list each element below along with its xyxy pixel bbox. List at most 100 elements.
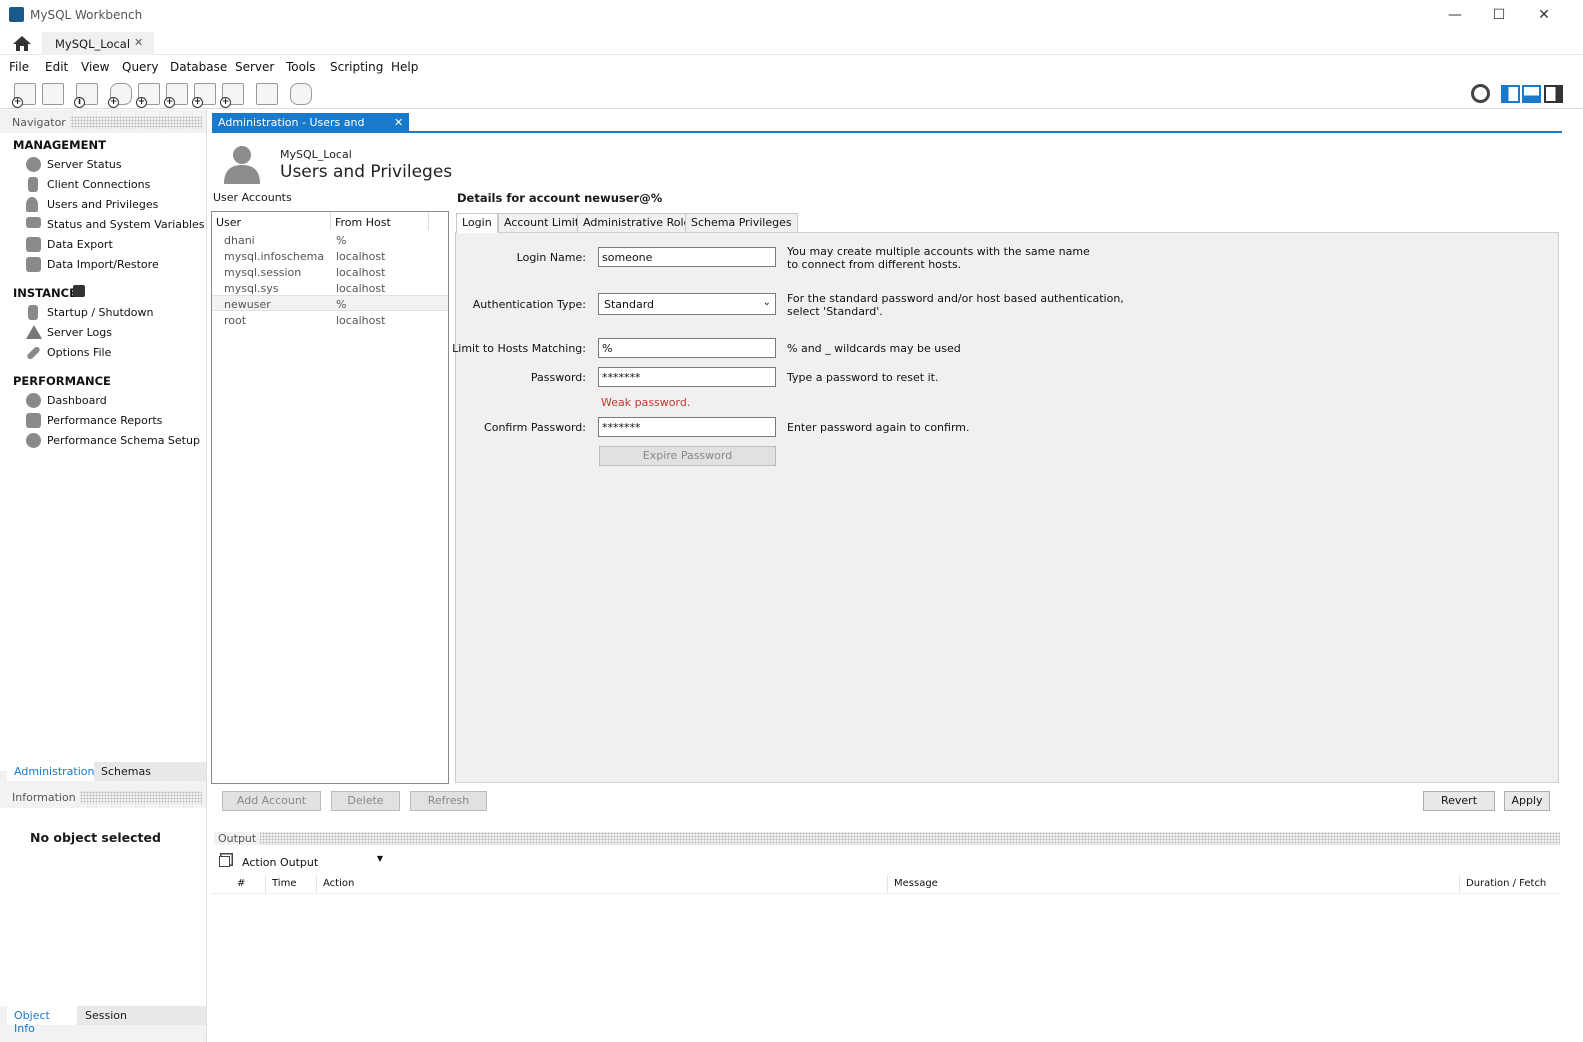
create-schema-icon[interactable]: +	[108, 83, 132, 108]
table-row[interactable]: root localhost	[224, 314, 444, 327]
nav-data-export[interactable]: Data Export	[47, 238, 113, 251]
data-export-icon	[26, 237, 41, 252]
open-sql-script-icon[interactable]	[42, 83, 64, 105]
close-window-icon[interactable]: ✕	[1533, 6, 1555, 24]
revert-button[interactable]: Revert	[1423, 791, 1495, 811]
output-title: Output	[214, 832, 261, 845]
startup-shutdown-icon	[28, 305, 38, 320]
password-help: Type a password to reset it.	[787, 371, 939, 384]
weak-password-warning: Weak password.	[601, 396, 691, 409]
menu-query[interactable]: Query	[122, 60, 158, 74]
reconnect-icon[interactable]	[290, 83, 312, 105]
user-avatar-icon	[221, 142, 263, 184]
menu-tools[interactable]: Tools	[286, 60, 316, 74]
nav-users-and-privileges[interactable]: Users and Privileges	[47, 198, 158, 211]
nav-status-system-variables[interactable]: Status and System Variables	[47, 218, 205, 231]
table-row[interactable]: dhani%	[224, 234, 444, 247]
hosts-label: Limit to Hosts Matching:	[452, 342, 586, 355]
user-accounts-title: User Accounts	[213, 191, 292, 204]
create-procedure-icon[interactable]: +	[192, 83, 216, 108]
menu-scripting[interactable]: Scripting	[330, 60, 383, 74]
menu-file[interactable]: File	[9, 60, 29, 74]
menu-edit[interactable]: Edit	[45, 60, 68, 74]
output-selector[interactable]: Action Output ▼	[238, 853, 386, 871]
close-tab-icon[interactable]: ✕	[134, 36, 143, 49]
tab-accent-line	[212, 131, 1562, 133]
toggle-sidebar-icon[interactable]	[1501, 85, 1520, 103]
tab-login[interactable]: Login	[456, 213, 498, 233]
performance-schema-setup-icon	[26, 433, 41, 448]
details-title: Details for account newuser@%	[457, 191, 663, 205]
connection-tab[interactable]: MySQL_Local ✕	[42, 32, 154, 55]
apply-button[interactable]: Apply	[1504, 791, 1550, 811]
instance-connection-icon[interactable]	[73, 285, 85, 297]
tab-schemas[interactable]: Schemas	[101, 765, 151, 778]
nav-server-status[interactable]: Server Status	[47, 158, 122, 171]
auth-type-value: Standard	[604, 298, 655, 311]
performance-heading: PERFORMANCE	[13, 374, 111, 388]
home-icon[interactable]	[12, 34, 32, 52]
server-status-icon	[26, 157, 41, 172]
table-row[interactable]: mysql.sys localhost	[224, 282, 444, 295]
nav-server-logs[interactable]: Server Logs	[47, 326, 112, 339]
minimize-icon[interactable]: —	[1444, 6, 1466, 24]
output-header-row	[211, 874, 1560, 894]
col-user[interactable]: User	[216, 216, 241, 229]
confirm-password-input[interactable]	[598, 417, 776, 437]
connection-tab-label: MySQL_Local	[55, 37, 131, 51]
maximize-icon[interactable]: ☐	[1488, 6, 1510, 24]
search-table-data-icon[interactable]	[256, 83, 278, 105]
inspector-icon[interactable]: i	[74, 83, 98, 108]
chevron-down-icon: ⌄	[762, 297, 771, 308]
menu-server[interactable]: Server	[235, 60, 274, 74]
no-object-selected: No object selected	[30, 830, 161, 845]
col-time: Time	[272, 878, 297, 889]
toggle-secondary-sidebar-icon[interactable]	[1544, 85, 1563, 103]
nav-options-file[interactable]: Options File	[47, 346, 111, 359]
tab-schema-privileges[interactable]: Schema Privileges	[685, 213, 798, 232]
create-function-icon[interactable]: +	[220, 83, 244, 108]
tab-administrative-roles[interactable]: Administrative Roles	[577, 213, 702, 232]
menu-view[interactable]: View	[81, 60, 109, 74]
status-variables-icon	[26, 217, 41, 228]
toggle-output-icon[interactable]	[1522, 85, 1541, 103]
new-sql-tab-icon[interactable]: +	[12, 83, 36, 108]
password-input[interactable]	[598, 367, 776, 387]
nav-dashboard[interactable]: Dashboard	[47, 394, 107, 407]
password-label: Password:	[530, 371, 586, 384]
navigator-pane: Navigator MANAGEMENT Server Status Clien…	[0, 110, 207, 1042]
navigator-header: Navigator	[8, 116, 202, 129]
auth-type-select[interactable]: Standard ⌄	[598, 293, 776, 315]
delete-button[interactable]: Delete	[331, 791, 400, 811]
hosts-input[interactable]	[598, 338, 776, 358]
settings-gear-icon[interactable]	[1471, 84, 1490, 103]
menu-bar: File Edit View Query Database Server Too…	[0, 55, 1583, 79]
main-toolbar: + i + + + + +	[0, 79, 1583, 109]
close-admin-tab-icon[interactable]: ✕	[394, 116, 403, 129]
create-table-icon[interactable]: +	[136, 83, 160, 108]
table-row[interactable]: mysql.session localhost	[224, 266, 444, 279]
nav-client-connections[interactable]: Client Connections	[47, 178, 150, 191]
tab-session[interactable]: Session	[85, 1009, 127, 1022]
menu-help[interactable]: Help	[391, 60, 418, 74]
nav-performance-schema-setup[interactable]: Performance Schema Setup	[47, 434, 200, 447]
table-row[interactable]: mysql.infoschema localhost	[224, 250, 444, 263]
admin-users-tab[interactable]: Administration - Users and Privil... ✕	[212, 113, 409, 142]
nav-performance-reports[interactable]: Performance Reports	[47, 414, 162, 427]
expire-password-button[interactable]: Expire Password	[599, 446, 776, 466]
information-title: Information	[8, 791, 80, 804]
tab-object-info[interactable]: Object Info	[7, 1006, 77, 1035]
login-name-input[interactable]	[598, 247, 776, 267]
col-divider	[1459, 875, 1460, 893]
col-from-host[interactable]: From Host	[335, 216, 391, 229]
nav-startup-shutdown[interactable]: Startup / Shutdown	[47, 306, 153, 319]
nav-data-import-restore[interactable]: Data Import/Restore	[47, 258, 159, 271]
copy-output-icon[interactable]	[219, 856, 230, 867]
refresh-button[interactable]: Refresh	[410, 791, 487, 811]
tab-administration[interactable]: Administration	[7, 762, 95, 781]
table-row-selected[interactable]: newuser%	[224, 298, 444, 311]
create-view-icon[interactable]: +	[164, 83, 188, 108]
menu-database[interactable]: Database	[170, 60, 227, 74]
connection-tab-bar: MySQL_Local ✕	[0, 32, 1583, 55]
add-account-button[interactable]: Add Account	[222, 791, 321, 811]
